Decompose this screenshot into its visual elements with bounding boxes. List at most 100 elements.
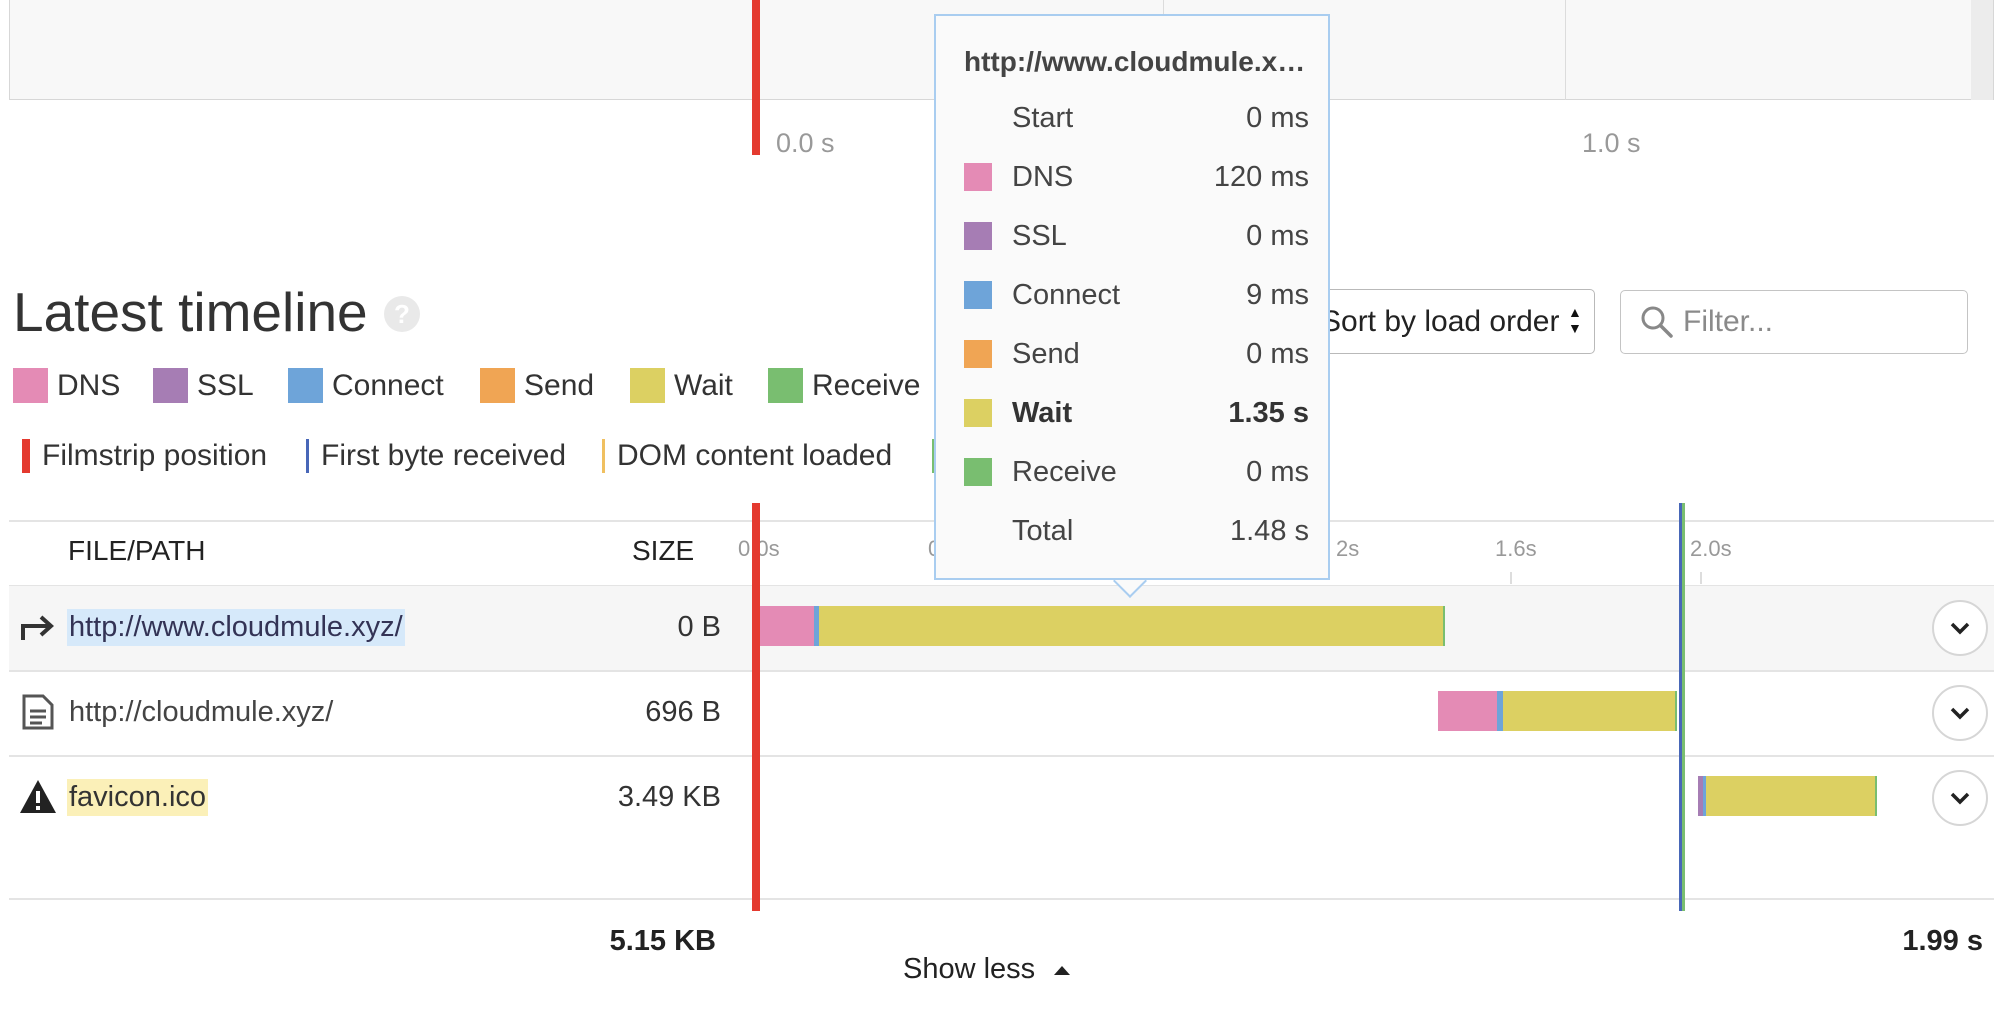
load-line [1682,503,1685,911]
sort-select[interactable]: Sort by load order ▲ ▼ [1300,289,1595,354]
tooltip-row-connect: Connect 9 ms [964,277,1309,317]
legend-wait: Wait [630,368,733,403]
tooltip-row-ssl: SSL 0 ms [964,218,1309,258]
size-header[interactable]: SIZE [632,535,694,567]
file-size: 0 B [677,611,721,643]
wait-swatch [630,368,665,403]
sort-arrows-icon: ▲ ▼ [1568,304,1582,336]
send-swatch [480,368,515,403]
expand-row-button[interactable] [1932,770,1988,826]
file-path-link[interactable]: favicon.ico [67,779,209,816]
tooltip-label: Total [1012,515,1074,547]
first-byte-mark [306,439,309,473]
legend-label: DNS [57,368,121,402]
dns-swatch [13,368,48,403]
chevron-down-icon [1950,792,1970,805]
tooltip-title: http://www.cloudmule.xyz/ [964,46,1309,77]
tooltip-label: SSL [1012,220,1067,252]
tooltip-value: 0 ms [1246,220,1309,252]
legend-label: Wait [674,368,733,402]
legend-filmstrip-position: Filmstrip position [22,439,267,473]
tooltip-label: Send [1012,338,1080,370]
expand-row-button[interactable] [1932,685,1988,741]
tooltip-value: 120 ms [1213,161,1309,193]
help-icon[interactable]: ? [384,296,420,332]
wait-bar [819,606,1443,646]
dns-bar [1438,691,1497,731]
tick-label: 2.0s [1690,536,1732,561]
legend-dns: DNS [13,368,120,403]
tooltip-label: DNS [1012,161,1074,193]
receive-bar [1443,606,1445,646]
tooltip-value: 9 ms [1246,279,1309,311]
sort-select-label: Sort by load order [1321,304,1560,338]
tick-line [1700,572,1702,584]
tooltip-value: 0 ms [1246,338,1309,370]
legend-ssl: SSL [153,368,254,403]
filmstrip-position-marker[interactable] [752,0,760,155]
tooltip-value: 1.48 s [1230,515,1309,547]
send-swatch [964,340,992,368]
tooltip-label: Start [1012,102,1074,134]
dns-swatch [964,163,992,191]
warning-icon [20,780,56,813]
table-row[interactable]: http://cloudmule.xyz/ 696 B [9,671,1994,755]
receive-bar [1875,776,1877,816]
connect-swatch [288,368,323,403]
show-less-label: Show less [903,953,1036,985]
tick-label: 1.6s [1495,536,1537,561]
tooltip-label: Receive [1012,456,1117,488]
dns-bar [760,606,814,646]
filmstrip-frame-divider [1565,0,1566,100]
ssl-swatch [964,222,992,250]
total-size: 5.15 KB [609,925,716,957]
tick-line [1510,572,1512,584]
tick-label: 2s [1336,536,1360,561]
tooltip-row-wait: Wait 1.35 s [964,395,1309,435]
wait-bar [1706,776,1875,816]
filmstrip-axis-label: 1.0 s [1582,128,1641,158]
filmstrip-position-line[interactable] [752,503,760,911]
tooltip-label: Connect [1012,279,1121,311]
redirect-icon [21,615,54,640]
filmstrip-scroll-edge [1971,0,1993,100]
tooltip-row-receive: Receive 0 ms [964,454,1309,494]
filmstrip-axis-label: 0.0 s [776,128,835,158]
legend-dom-content-loaded: DOM content loaded [602,439,892,473]
show-less-button[interactable]: Show less [903,953,1071,986]
tooltip-row-start: Start 0 ms [964,100,1309,140]
dom-loaded-mark [602,439,605,473]
caret-up-icon [1054,965,1071,975]
wait-bar [1503,691,1675,731]
legend-label: SSL [197,368,254,402]
file-size: 3.49 KB [617,781,721,813]
legend-label: Connect [332,368,444,402]
tooltip-row-dns: DNS 120 ms [964,159,1309,199]
receive-swatch [964,458,992,486]
file-path-link[interactable]: http://www.cloudmule.xyz/ [67,609,405,646]
table-row[interactable]: favicon.ico 3.49 KB [9,756,1994,840]
chevron-down-icon [1950,707,1970,720]
legend-first-byte: First byte received [306,439,566,473]
receive-swatch [768,368,803,403]
file-size: 696 B [645,696,721,728]
expand-row-button[interactable] [1932,600,1988,656]
file-path-link[interactable]: http://cloudmule.xyz/ [67,694,335,731]
legend-label: Filmstrip position [42,439,268,472]
table-bottom-border [9,898,1994,900]
legend-label: Send [524,368,595,402]
file-path-header[interactable]: FILE/PATH [68,535,205,567]
total-time: 1.99 s [1902,925,1983,957]
legend-connect: Connect [288,368,444,403]
tooltip-label: Wait [1012,397,1073,429]
search-icon [1641,306,1673,338]
legend-label: DOM content loaded [617,439,893,472]
receive-bar [1675,691,1677,731]
tooltip-value: 0 ms [1246,102,1309,134]
timing-tooltip: http://www.cloudmule.xyz/ Start 0 ms DNS… [934,14,1330,580]
legend-label: First byte received [321,439,567,472]
legend-send: Send [480,368,594,403]
legend-receive: Receive [768,368,920,403]
filmstrip-mark [22,439,30,473]
tooltip-value: 0 ms [1246,456,1309,488]
